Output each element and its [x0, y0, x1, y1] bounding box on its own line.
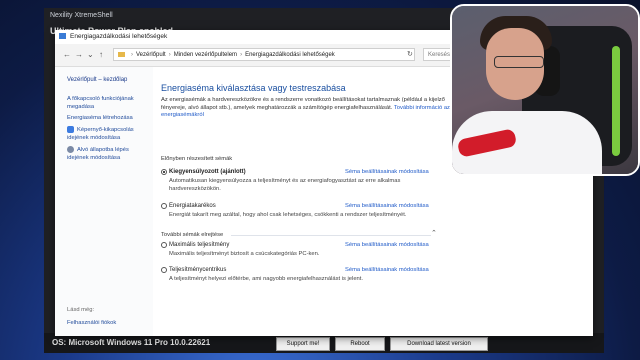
chevron-up-icon[interactable]: ⌃ — [431, 229, 437, 237]
radio-icon[interactable] — [161, 242, 167, 248]
sleep-time-label: Alvó állapotba lépés idejének módosítása — [67, 147, 129, 162]
left-pane: Vezérlőpult – kezdőlap A főkapcsoló funk… — [55, 67, 153, 336]
reboot-button[interactable]: Reboot — [335, 337, 385, 351]
plan-desc: Energiát takarít meg azáltal, hogy ahol … — [169, 212, 407, 218]
intro-text: Az energiasémák a hardvereszközökre és a… — [161, 97, 461, 120]
chair-accent — [612, 46, 620, 156]
plan-desc: Automatikusan kiegyensúlyozza a teljesít… — [169, 178, 401, 192]
display-off-time-label: Képernyő-kikapcsolás idejének módosítása — [67, 127, 134, 142]
recent-dropdown-icon[interactable]: ⌄ — [87, 50, 94, 59]
display-off-time-link[interactable]: Képernyő-kikapcsolás idejének módosítása — [67, 126, 151, 142]
page-heading: Energiaséma kiválasztása vagy testreszab… — [161, 83, 346, 93]
download-latest-button[interactable]: Download latest version — [390, 337, 488, 351]
webcam-overlay — [450, 4, 640, 176]
refresh-icon[interactable]: ↻ — [407, 50, 413, 58]
window-title: Energiagazdálkodási lehetőségek — [70, 33, 168, 40]
radio-icon[interactable] — [161, 203, 167, 209]
power-button-function-link[interactable]: A főkapcsoló funkciójának megadása — [67, 95, 151, 111]
forward-arrow-icon[interactable]: → — [75, 50, 83, 59]
breadcrumb-power-options[interactable]: Energiagazdálkodási lehetőségek — [245, 52, 335, 58]
control-panel-home-link[interactable]: Vezérlőpult – kezdőlap — [67, 77, 127, 83]
breadcrumb-control-panel[interactable]: Vezérlőpult — [136, 52, 166, 58]
breadcrumb-all-items[interactable]: Minden vezérlőpultelem — [174, 52, 237, 58]
preferred-plans-label: Előnyben részesített sémák — [161, 156, 233, 162]
change-settings-link[interactable]: Séma beállításainak módosítása — [345, 242, 429, 248]
plan-name: Teljesítménycentrikus — [169, 267, 227, 273]
address-bar[interactable]: › Vezérlőpult › Minden vezérlőpultelem › Ener… — [113, 48, 415, 61]
see-also-label: Lásd még: — [67, 307, 95, 313]
xtremeshell-footer: OS: Microsoft Windows 11 Pro 10.0.22621 … — [44, 333, 604, 353]
radio-icon[interactable] — [161, 267, 167, 273]
power-options-icon — [59, 33, 66, 40]
divider — [231, 235, 431, 236]
moon-icon — [67, 146, 74, 153]
radio-selected-icon[interactable] — [161, 169, 167, 175]
plan-desc: A teljesítményt helyezi előtérbe, ami na… — [169, 276, 363, 282]
up-arrow-icon[interactable]: ↑ — [99, 50, 103, 59]
user-accounts-link[interactable]: Felhasználói fiókok — [67, 320, 116, 326]
sleep-time-link[interactable]: Alvó állapotba lépés idejének módosítása — [67, 146, 151, 162]
os-version-text: OS: Microsoft Windows 11 Pro 10.0.22621 — [52, 338, 211, 347]
create-power-plan-link[interactable]: Energiaséma létrehozása — [67, 114, 151, 122]
change-settings-link[interactable]: Séma beállításainak módosítása — [345, 203, 429, 209]
plan-name: Maximális teljesítmény — [169, 242, 230, 248]
change-settings-link[interactable]: Séma beállításainak módosítása — [345, 267, 429, 273]
shield-icon — [67, 126, 74, 133]
support-button[interactable]: Support me! — [276, 337, 330, 351]
plan-name: Kiegyensúlyozott (ajánlott) — [169, 169, 246, 175]
folder-icon — [118, 51, 125, 57]
hide-more-plans-label[interactable]: További sémák elrejtése — [161, 232, 223, 238]
glasses — [494, 56, 544, 68]
back-arrow-icon[interactable]: ← — [63, 50, 71, 59]
change-settings-link[interactable]: Séma beállításainak módosítása — [345, 169, 429, 175]
plan-name: Energiatakarékos — [169, 203, 216, 209]
plan-desc: Maximális teljesítményt biztosít a csúcs… — [169, 251, 320, 257]
